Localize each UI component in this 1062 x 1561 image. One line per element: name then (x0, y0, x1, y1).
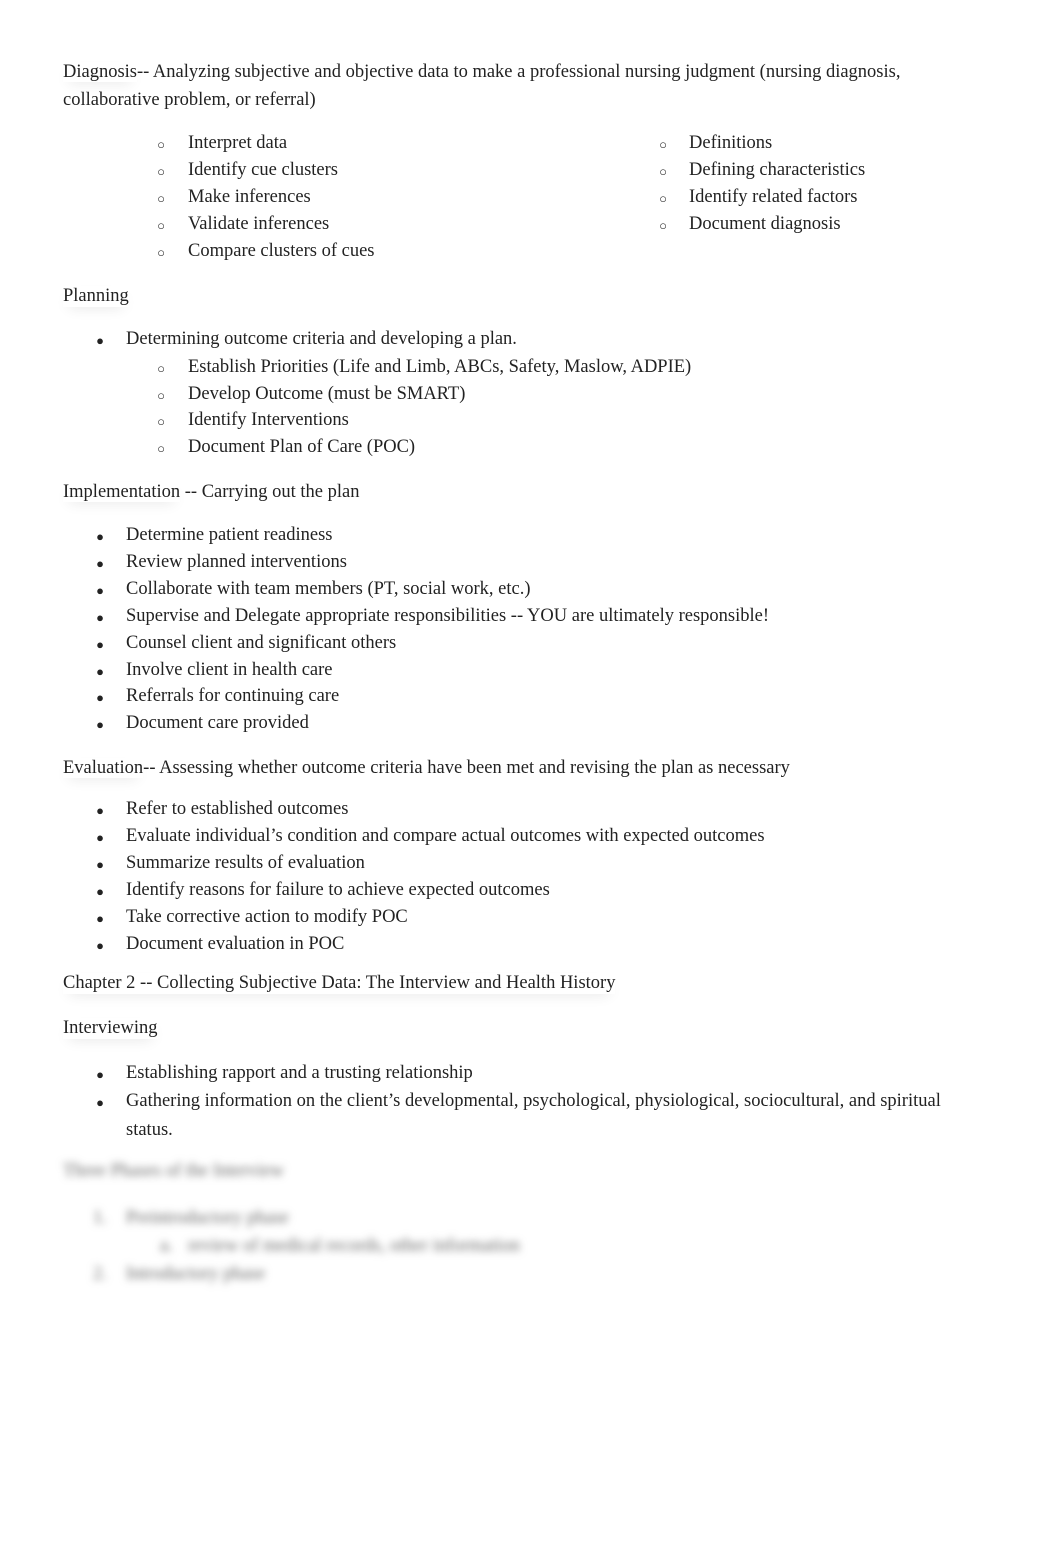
list-item: Determine patient readiness (126, 525, 333, 545)
list-item: Identify related factors (689, 187, 858, 207)
list-item: Review planned interventions (126, 551, 347, 572)
list-item: Gathering information on the client’s de… (126, 1091, 941, 1111)
list-item: Refer to established outcomes (126, 799, 349, 819)
bullet-icon (90, 854, 110, 875)
bullet-icon (90, 580, 110, 601)
list-item: Establishing rapport and a trusting rela… (126, 1063, 473, 1083)
list-item: Identify reasons for failure to achieve … (126, 880, 550, 900)
circle-bullet-icon (151, 411, 171, 432)
list-item: Involve client in health care (126, 659, 333, 680)
bullet-icon (90, 687, 110, 708)
bullet-icon (90, 908, 110, 929)
circle-bullet-icon (653, 215, 673, 236)
bullet-icon (90, 526, 110, 547)
bullet-icon (90, 714, 110, 735)
circle-bullet-icon (151, 358, 171, 379)
circle-bullet-icon (653, 134, 673, 155)
list-item: Document evaluation in POC (126, 934, 345, 954)
list-item: Develop Outcome (must be SMART) (188, 383, 466, 404)
blurred-item-2: Introductory phase (126, 1264, 266, 1284)
list-item: Make inferences (188, 187, 311, 207)
list-item: Counsel client and significant others (126, 632, 397, 653)
diagnosis-description-cont: collaborative problem, or referral) (63, 90, 316, 110)
bullet-icon (90, 661, 110, 682)
list-item: Defining characteristics (689, 160, 866, 180)
list-item: Identify Interventions (188, 410, 349, 431)
list-item: Summarize results of evaluation (126, 853, 365, 873)
diagnosis-description: -- Analyzing subjective and objective da… (137, 62, 901, 82)
list-item: Definitions (689, 133, 773, 153)
circle-bullet-icon (151, 215, 171, 236)
circle-bullet-icon (653, 188, 673, 209)
evaluation-section: Evaluation-- Assessing whether outcome c… (63, 758, 790, 779)
planning-main-item: Determining outcome criteria and develop… (126, 329, 517, 349)
implementation-section: Implementation -- Carrying out the plan (63, 482, 359, 503)
bullet-icon (90, 800, 110, 821)
interviewing-heading: Interviewing (63, 1018, 158, 1038)
list-item: Document Plan of Care (POC) (188, 437, 416, 458)
list-item: Supervise and Delegate appropriate respo… (126, 605, 770, 626)
implementation-description: -- Carrying out the plan (180, 482, 360, 502)
list-item: Establish Priorities (Life and Limb, ABC… (188, 357, 692, 377)
circle-bullet-icon (151, 134, 171, 155)
blurred-item-1: Preintroductory phase (126, 1208, 289, 1228)
implementation-heading: Implementation (63, 482, 181, 502)
list-item: Take corrective action to modify POC (126, 907, 408, 927)
list-item: Interpret data (188, 133, 288, 153)
blurred-number-2: 2. (93, 1264, 107, 1284)
bullet-icon (90, 1064, 110, 1085)
list-item: Referrals for continuing care (126, 686, 340, 707)
blurred-sub-letter: a. (160, 1236, 173, 1256)
blurred-number-1: 1. (93, 1208, 107, 1228)
circle-bullet-icon (151, 385, 171, 406)
chapter-2-heading: Chapter 2 -- Collecting Subjective Data:… (63, 973, 616, 993)
circle-bullet-icon (151, 438, 171, 459)
list-item: Evaluate individual’s condition and comp… (126, 826, 765, 846)
bullet-icon (90, 827, 110, 848)
list-item: Compare clusters of cues (188, 241, 375, 261)
circle-bullet-icon (151, 242, 171, 263)
planning-heading: Planning (63, 286, 129, 306)
bullet-icon (90, 330, 110, 351)
interviewing-item-continuation: status. (126, 1120, 173, 1140)
bullet-icon (90, 634, 110, 655)
blurred-heading: Three Phases of the Interview (63, 1161, 284, 1181)
list-item: Collaborate with team members (PT, socia… (126, 578, 531, 599)
bullet-icon (90, 553, 110, 574)
diagnosis-heading: Diagnosis (63, 62, 137, 82)
evaluation-description: -- Assessing whether outcome criteria ha… (143, 758, 790, 778)
circle-bullet-icon (653, 161, 673, 182)
list-item: Identify cue clusters (188, 160, 338, 180)
list-item: Validate inferences (188, 214, 330, 234)
bullet-icon (90, 935, 110, 956)
bullet-icon (90, 1092, 110, 1113)
diagnosis-section: Diagnosis-- Analyzing subjective and obj… (63, 62, 900, 83)
evaluation-heading: Evaluation (63, 758, 144, 778)
list-item: Document diagnosis (689, 214, 841, 234)
bullet-icon (90, 881, 110, 902)
list-item: Document care provided (126, 713, 309, 734)
bullet-icon (90, 607, 110, 628)
circle-bullet-icon (151, 161, 171, 182)
circle-bullet-icon (151, 188, 171, 209)
blurred-sub-item: review of medical records, other informa… (188, 1236, 520, 1256)
